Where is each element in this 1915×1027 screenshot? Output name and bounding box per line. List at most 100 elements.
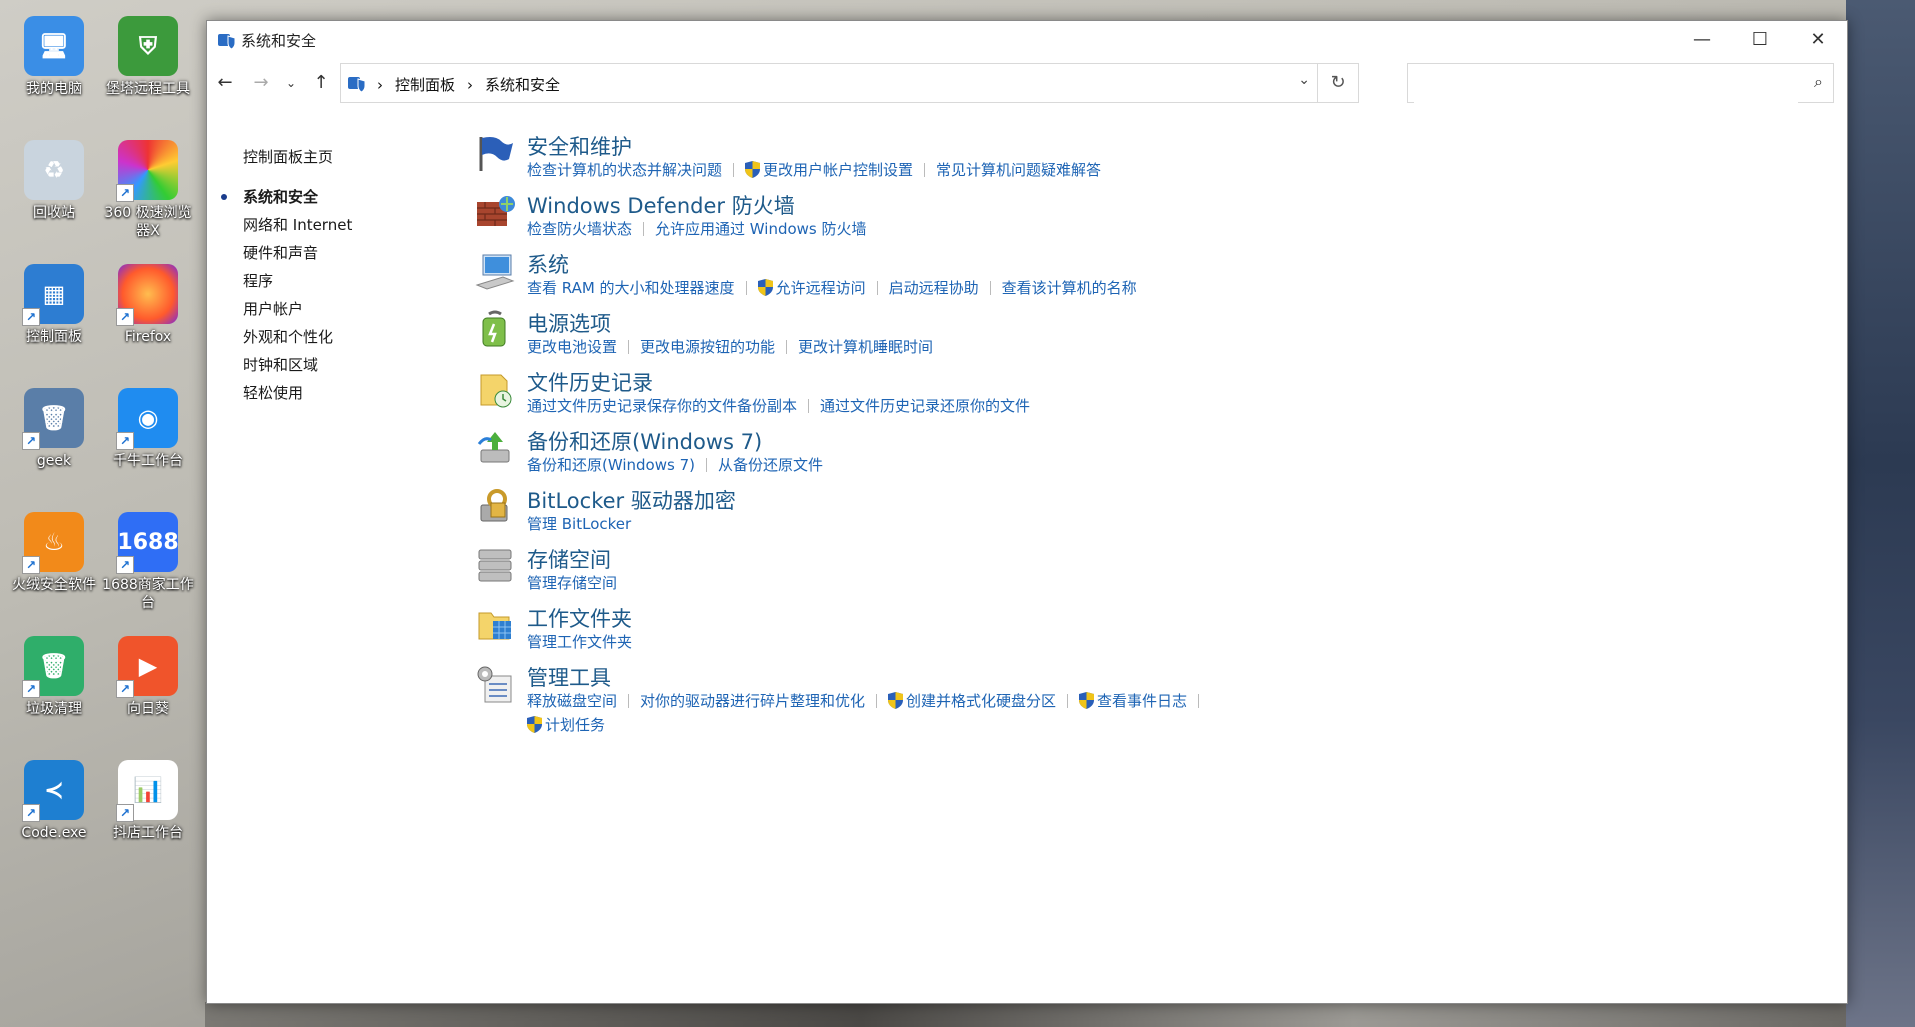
control-panel-icon <box>348 77 366 93</box>
desktop-icon[interactable]: 📊 ↗ 抖店工作台 <box>100 752 196 842</box>
360-browser-icon: ↗ <box>116 140 178 202</box>
desktop-icon-label: 控制面板 <box>26 329 82 345</box>
shortcut-arrow-icon: ↗ <box>22 432 40 450</box>
category-link[interactable]: 管理存储空间 <box>527 574 617 592</box>
refresh-icon[interactable]: ↻ <box>1317 64 1358 102</box>
sidebar-item-label: 硬件和声音 <box>243 244 319 262</box>
desktop-icon[interactable]: 1688 ↗ 1688商家工作台 <box>100 504 196 612</box>
desktop-icon[interactable]: 🖥 我的电脑 <box>6 8 102 98</box>
recent-locations-chevron-icon[interactable]: ⌄ <box>277 69 305 97</box>
category-link[interactable]: 更改电源按钮的功能 <box>640 338 775 356</box>
desktop-icon[interactable]: ↗ Firefox <box>100 256 196 346</box>
desktop-icon[interactable]: 🗑 ↗ geek <box>6 380 102 470</box>
link-separator <box>924 163 926 177</box>
category-link[interactable]: 允许远程访问 <box>757 279 866 297</box>
category-link[interactable]: 更改用户帐户控制设置 <box>745 161 913 179</box>
category-title-link[interactable]: 系统 <box>527 249 569 279</box>
desktop-icon[interactable]: ⛨ 堡塔远程工具 <box>100 8 196 98</box>
category-link[interactable]: 通过文件历史记录保存你的文件备份副本 <box>527 397 797 415</box>
sidebar-item[interactable]: 硬件和声音 <box>243 239 352 267</box>
category-title-link[interactable]: 管理工具 <box>527 662 611 692</box>
category-title-link[interactable]: 备份和还原(Windows 7) <box>527 426 762 456</box>
close-button[interactable]: ✕ <box>1789 21 1847 59</box>
category-link[interactable]: 检查防火墙状态 <box>527 220 632 238</box>
cleanup-icon: 🗑 ↗ <box>22 636 84 698</box>
sidebar-item[interactable]: 网络和 Internet <box>243 211 352 239</box>
sidebar-item-label: 外观和个性化 <box>243 328 334 346</box>
backup-icon[interactable] <box>475 428 515 468</box>
breadcrumb-system-security[interactable]: 系统和安全 <box>485 76 560 94</box>
sidebar-item[interactable]: 外观和个性化 <box>243 323 352 351</box>
category-link[interactable]: 计划任务 <box>527 716 605 734</box>
desktop-icon[interactable]: ↗ 360 极速浏览器X <box>100 132 196 240</box>
system-icon[interactable] <box>475 251 515 291</box>
sidebar-item[interactable]: 轻松使用 <box>243 379 352 407</box>
desktop-icon[interactable]: ◉ ↗ 千牛工作台 <box>100 380 196 470</box>
category-link[interactable]: 管理工作文件夹 <box>527 633 632 651</box>
address-bar[interactable]: › 控制面板 › 系统和安全 ⌄ ↻ <box>340 63 1359 103</box>
category-link[interactable]: 通过文件历史记录还原你的文件 <box>820 397 1030 415</box>
category-link[interactable]: 允许应用通过 Windows 防火墙 <box>655 220 867 238</box>
desktop-icon[interactable]: ♻ 回收站 <box>6 132 102 222</box>
sidebar-home-link[interactable]: 控制面板主页 <box>243 143 352 171</box>
bitlocker-icon[interactable] <box>475 487 515 527</box>
sidebar-item[interactable]: 时钟和区域 <box>243 351 352 379</box>
category-link[interactable]: 查看事件日志 <box>1079 692 1187 710</box>
desktop-icon[interactable]: ▶ ↗ 向日葵 <box>100 628 196 718</box>
category-link[interactable]: 对你的驱动器进行碎片整理和优化 <box>640 692 865 710</box>
sidebar-item[interactable]: 系统和安全 <box>221 183 352 211</box>
category-link-text: 检查防火墙状态 <box>527 220 633 238</box>
category-link[interactable]: 管理 BitLocker <box>527 515 631 533</box>
category-title-link[interactable]: 工作文件夹 <box>527 603 632 633</box>
category-link[interactable]: 查看 RAM 的大小和处理器速度 <box>527 279 735 297</box>
desktop-icon[interactable]: ▦ ↗ 控制面板 <box>6 256 102 346</box>
breadcrumb-separator[interactable]: › <box>377 76 383 94</box>
admin-tools-icon[interactable] <box>475 664 515 704</box>
category-links: 管理存储空间 <box>527 572 617 593</box>
title-bar[interactable]: 系统和安全 — ☐ ✕ <box>207 21 1847 59</box>
search-input[interactable] <box>1414 65 1798 103</box>
category-link[interactable]: 从备份还原文件 <box>718 456 823 474</box>
shortcut-arrow-icon: ↗ <box>116 308 134 326</box>
link-separator <box>705 458 707 472</box>
breadcrumb-control-panel[interactable]: 控制面板 <box>395 76 455 94</box>
forward-arrow-icon[interactable]: → <box>247 69 275 97</box>
category-title-link[interactable]: 安全和维护 <box>527 131 632 161</box>
category-link[interactable]: 常见计算机问题疑难解答 <box>936 161 1101 179</box>
category-title-link[interactable]: 文件历史记录 <box>527 367 653 397</box>
firewall-icon[interactable] <box>475 192 515 232</box>
file-history-icon[interactable] <box>475 369 515 409</box>
storage-spaces-icon[interactable] <box>475 546 515 586</box>
desktop-icon[interactable]: ♨ ↗ 火绒安全软件 <box>6 504 102 594</box>
category-title-link[interactable]: 电源选项 <box>527 308 611 338</box>
work-folders-icon[interactable] <box>475 605 515 645</box>
category-title-link[interactable]: Windows Defender 防火墙 <box>527 190 795 220</box>
category-title-link[interactable]: BitLocker 驱动器加密 <box>527 485 736 515</box>
category-link[interactable]: 检查计算机的状态并解决问题 <box>527 161 722 179</box>
category-link[interactable]: 备份和还原(Windows 7) <box>527 456 695 474</box>
search-box[interactable]: ⌕ <box>1407 63 1834 103</box>
back-arrow-icon[interactable]: ← <box>211 69 239 97</box>
sidebar-item[interactable]: 程序 <box>243 267 352 295</box>
category-link[interactable]: 释放磁盘空间 <box>527 692 617 710</box>
category-link-text: 备份和还原(Windows 7) <box>527 456 695 474</box>
power-options-icon[interactable] <box>475 310 515 350</box>
maximize-button[interactable]: ☐ <box>1731 21 1789 59</box>
category-link[interactable]: 创建并格式化硬盘分区 <box>888 692 1056 710</box>
category-link[interactable]: 查看该计算机的名称 <box>1002 279 1137 297</box>
desktop-icon[interactable]: ≺ ↗ Code.exe <box>6 752 102 842</box>
huorong-icon: ♨ ↗ <box>22 512 84 574</box>
address-dropdown-chevron-icon[interactable]: ⌄ <box>1298 72 1310 88</box>
category-link[interactable]: 更改计算机睡眠时间 <box>798 338 933 356</box>
up-arrow-icon[interactable]: ↑ <box>307 69 335 97</box>
search-icon[interactable]: ⌕ <box>1814 72 1823 92</box>
flag-icon[interactable] <box>475 133 515 173</box>
breadcrumb-separator[interactable]: › <box>467 76 473 94</box>
uac-shield-icon <box>757 279 773 296</box>
category-link[interactable]: 启动远程协助 <box>889 279 979 297</box>
sidebar-item[interactable]: 用户帐户 <box>243 295 352 323</box>
category-link[interactable]: 更改电池设置 <box>527 338 617 356</box>
minimize-button[interactable]: — <box>1673 21 1731 59</box>
category-title-link[interactable]: 存储空间 <box>527 544 611 574</box>
desktop-icon[interactable]: 🗑 ↗ 垃圾清理 <box>6 628 102 718</box>
